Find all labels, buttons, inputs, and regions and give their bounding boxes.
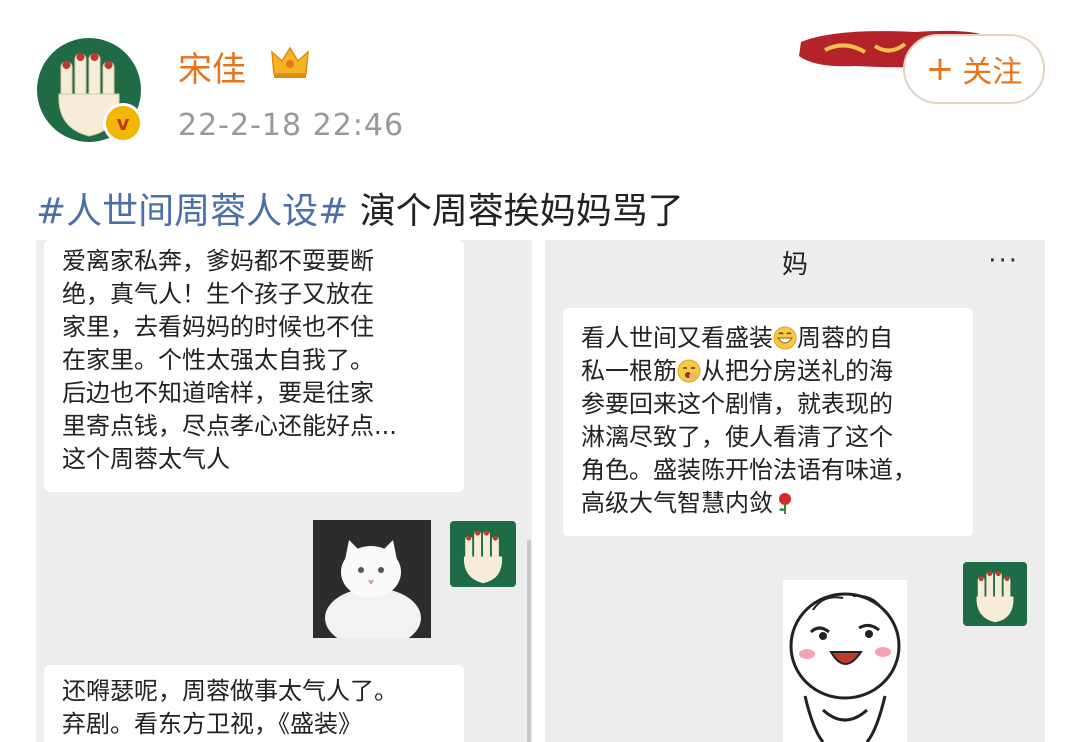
self-avatar[interactable]	[963, 562, 1027, 626]
plus-icon: +	[925, 49, 955, 89]
hashtag-link[interactable]: #人世间周蓉人设#	[36, 191, 348, 232]
username[interactable]: 宋佳	[178, 42, 246, 91]
cat-photo[interactable]	[313, 520, 431, 638]
chat-line: 还嘚瑟呢，周蓉做事太气人了。	[62, 677, 398, 705]
post-text: #人世间周蓉人设# 演个周蓉挨妈妈骂了	[36, 182, 684, 234]
chat-line: 这个周蓉太气人	[62, 445, 230, 473]
smiley-sticker-icon[interactable]	[783, 580, 907, 742]
more-dots-icon[interactable]: ···	[988, 246, 1019, 276]
chat-line: 里寄点钱，尽点孝心还能好点...	[62, 412, 397, 440]
chat-line: 高级大气智慧内敛	[581, 487, 955, 520]
crown-icon	[271, 46, 309, 78]
chat-bubble: 看人世间又看盛装 周蓉的自 私一根筋 从把分房送礼的海 参要回来这个剧情，就表现的 …	[563, 308, 973, 536]
chat-screenshot-left[interactable]: 爱离家私奔，爹妈都不耍要断 绝，真气人！生个孩子又放在 家里，去看妈妈的时候也不…	[36, 240, 532, 742]
self-avatar[interactable]	[450, 521, 516, 587]
chat-screenshot-right[interactable]: 妈 ··· 看人世间又看盛装 周蓉的自 私一根筋 从把分房送礼的海 参要回来这个剧情…	[545, 240, 1045, 742]
follow-label: 关注	[962, 55, 1023, 90]
chat-line: 在家里。个性太强太自我了。	[62, 346, 374, 374]
chat-line: 家里，去看妈妈的时候也不住	[62, 313, 374, 341]
follow-button[interactable]: + 关注	[903, 34, 1045, 104]
chat-line: 看人世间又看盛装 周蓉的自	[581, 324, 893, 352]
chat-line: 淋漓尽致了，使人看清了这个	[581, 423, 893, 451]
post-timestamp: 22-2-18 22:46	[178, 108, 405, 143]
chat-line: 私一根筋 从把分房送礼的海	[581, 357, 893, 385]
chat-line: 角色。盛装陈开怡法语有味道，	[581, 456, 917, 484]
grin-emoji-icon	[773, 326, 797, 350]
cat-image-icon	[313, 520, 431, 638]
chat-line: 参要回来这个剧情，就表现的	[581, 390, 893, 418]
scrollbar[interactable]	[527, 540, 531, 742]
chat-line: 弃剧。看东方卫视，《盛装》	[62, 710, 362, 738]
chat-bubble: 爱离家私奔，爹妈都不耍要断 绝，真气人！生个孩子又放在 家里，去看妈妈的时候也不…	[44, 240, 464, 492]
hand-avatar-icon	[463, 530, 503, 584]
chat-bubble: 还嘚瑟呢，周蓉做事太气人了。 弃剧。看东方卫视，《盛装》	[44, 665, 464, 742]
chat-line: 后边也不知道啥样，要是往家	[62, 379, 374, 407]
post-body: 演个周蓉挨妈妈骂了	[348, 191, 684, 232]
verified-badge-icon: v	[103, 103, 143, 143]
chat-line: 绝，真气人！生个孩子又放在	[62, 280, 374, 308]
rose-emoji-icon	[779, 493, 791, 514]
chat-line: 爱离家私奔，爹妈都不耍要断	[62, 247, 374, 275]
chat-title: 妈	[781, 250, 808, 280]
hand-avatar-icon	[976, 571, 1014, 623]
yawn-emoji-icon	[677, 359, 701, 383]
